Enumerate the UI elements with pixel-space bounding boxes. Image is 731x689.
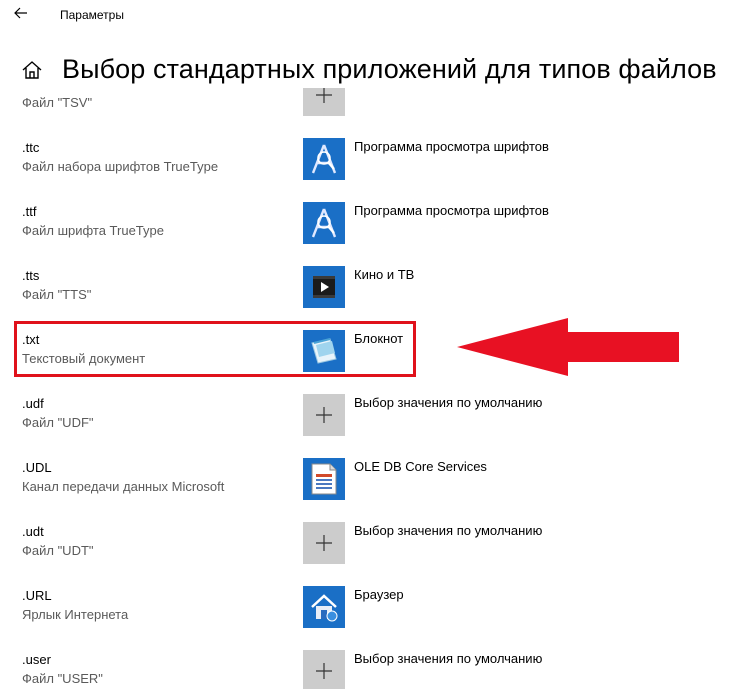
default-app-name: Программа просмотра шрифтов	[354, 203, 549, 218]
file-extension: .udf	[22, 396, 44, 411]
font-viewer-icon	[303, 202, 345, 244]
file-type-description: Канал передачи данных Microsoft	[22, 479, 225, 494]
list-item: .ttf Файл шрифта TrueType Программа прос…	[0, 202, 731, 268]
list-item: .udt Файл "UDT" Выбор значения по умолча…	[0, 522, 731, 588]
plus-icon	[303, 522, 345, 564]
pointer-arrow	[457, 318, 679, 376]
file-extension: .UDL	[22, 460, 52, 475]
list-item: .udf Файл "UDF" Выбор значения по умолча…	[0, 394, 731, 460]
choose-default-app-button[interactable]: Выбор значения по умолчанию	[303, 394, 542, 436]
home-icon	[21, 59, 43, 86]
default-app-button[interactable]: Кино и ТВ	[303, 266, 414, 308]
default-app-button[interactable]: OLE DB Core Services	[303, 458, 487, 500]
list-item: .user Файл "USER" Выбор значения по умол…	[0, 650, 731, 689]
list-item: .ttc Файл набора шрифтов TrueType Програ…	[0, 138, 731, 204]
file-type-description: Файл "USER"	[22, 671, 103, 686]
default-app-name: Браузер	[354, 587, 404, 602]
default-app-name: Кино и ТВ	[354, 267, 415, 282]
back-button[interactable]	[6, 2, 36, 28]
default-app-name: Выбор значения по умолчанию	[354, 395, 543, 410]
ole-db-icon	[303, 458, 345, 500]
file-extension: .tts	[22, 268, 40, 283]
default-app-button[interactable]: Программа просмотра шрифтов	[303, 202, 549, 244]
list-item: .UDL Канал передачи данных Microsoft OLE…	[0, 458, 731, 524]
highlight-box	[14, 321, 416, 377]
file-extension: .ttf	[22, 204, 37, 219]
plus-icon	[303, 650, 345, 689]
default-app-name: Программа просмотра шрифтов	[354, 139, 549, 154]
file-type-description: Файл "TSV"	[22, 95, 93, 110]
font-viewer-icon	[303, 138, 345, 180]
default-app-button[interactable]: Программа просмотра шрифтов	[303, 138, 549, 180]
default-app-name: OLE DB Core Services	[354, 459, 487, 474]
default-app-button[interactable]: Браузер	[303, 586, 404, 628]
plus-icon	[303, 394, 345, 436]
window-title: Параметры	[60, 8, 124, 22]
file-extension: .URL	[22, 588, 52, 603]
file-type-description: Файл шрифта TrueType	[22, 223, 164, 238]
choose-default-app-button[interactable]: Выбор значения по умолчанию	[303, 650, 542, 689]
page-header: Выбор стандартных приложений для типов ф…	[0, 52, 731, 92]
file-type-description: Файл "TTS"	[22, 287, 92, 302]
default-app-name: Выбор значения по умолчанию	[354, 523, 543, 538]
movies-tv-icon	[303, 266, 345, 308]
file-type-description: Файл набора шрифтов TrueType	[22, 159, 219, 174]
file-extension: .user	[22, 652, 51, 667]
choose-default-app-button[interactable]: Выбор значения по умолчанию	[303, 522, 542, 564]
browser-icon	[303, 586, 345, 628]
file-type-description: Ярлык Интернета	[22, 607, 129, 622]
file-type-description: Файл "UDT"	[22, 543, 94, 558]
file-extension: .udt	[22, 524, 44, 539]
titlebar-gap	[0, 32, 731, 50]
page-title: Выбор стандартных приложений для типов ф…	[62, 54, 717, 84]
default-app-name: Выбор значения по умолчанию	[354, 651, 543, 666]
file-extension: .ttc	[22, 140, 40, 155]
list-item: .URL Ярлык Интернета Браузер	[0, 586, 731, 652]
back-arrow-icon	[14, 6, 28, 24]
file-type-description: Файл "UDF"	[22, 415, 94, 430]
window-titlebar: Параметры	[0, 0, 731, 32]
home-button[interactable]	[18, 58, 46, 86]
